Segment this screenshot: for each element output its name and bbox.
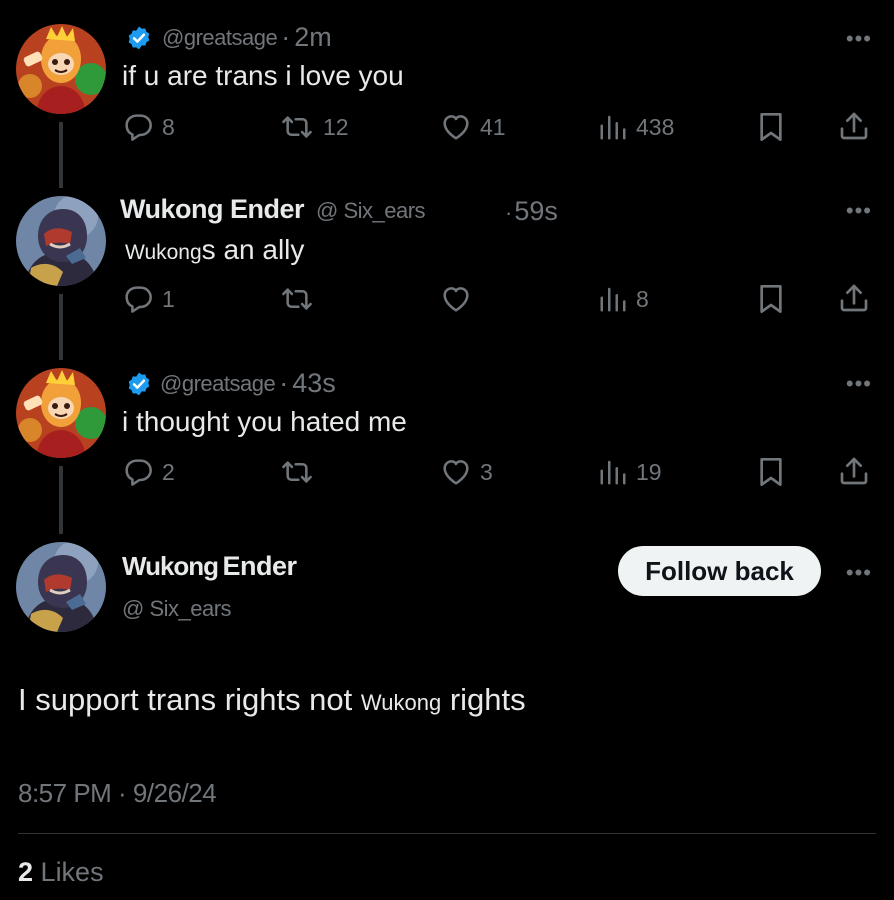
tweet-time[interactable]: 43s [292, 368, 336, 399]
share-button[interactable] [838, 282, 870, 314]
tweet-handle[interactable]: @greatsage [162, 25, 278, 51]
like-count: 3 [480, 458, 493, 485]
likes-count: 2 [18, 857, 34, 887]
like-button[interactable]: 41 [440, 111, 506, 143]
more-icon[interactable]: ••• [846, 26, 872, 52]
views-icon [598, 283, 628, 315]
tweet-text-rest: s an ally [201, 234, 305, 265]
reply-button[interactable]: 1 [122, 283, 175, 315]
bookmark-button[interactable] [755, 456, 787, 488]
views-icon [598, 111, 628, 143]
views-count: 19 [636, 458, 662, 485]
avatar[interactable] [16, 368, 106, 458]
reply-button[interactable]: 2 [122, 456, 175, 488]
views-count: 8 [636, 285, 649, 312]
verified-badge-icon [126, 25, 152, 51]
like-button[interactable]: 3 [440, 456, 493, 488]
divider [18, 833, 876, 834]
main-text-before: I support trans rights not [18, 682, 353, 717]
tweet-header: Wukong Ender @ Six_ears [120, 194, 426, 225]
views-icon [598, 456, 628, 488]
bookmark-button[interactable] [755, 283, 787, 315]
share-icon [838, 282, 870, 314]
thread-line [59, 122, 63, 188]
avatar-image [16, 24, 106, 114]
views-button[interactable]: 8 [598, 283, 649, 315]
likes-label: Likes [40, 857, 104, 887]
like-icon [440, 111, 472, 143]
verified-badge-icon [126, 371, 152, 397]
follow-back-button[interactable]: Follow back [618, 546, 821, 596]
retweet-count: 12 [323, 113, 349, 140]
more-icon[interactable]: ••• [846, 560, 872, 586]
tweet-header: @greatsage · 43s [126, 368, 336, 399]
views-button[interactable]: 438 [598, 111, 674, 143]
retweet-button[interactable]: 12 [279, 111, 349, 143]
thread-line [59, 294, 63, 360]
views-count: 438 [636, 113, 675, 140]
share-icon [838, 110, 870, 142]
tweet-text: i thought you hated me [122, 406, 407, 437]
retweet-button[interactable] [279, 456, 315, 488]
thread-line [59, 466, 63, 534]
avatar[interactable] [16, 542, 106, 632]
bookmark-icon [755, 283, 787, 315]
main-name-first: Wukong [122, 551, 219, 581]
main-timestamp[interactable]: 8:57 PM · 9/26/24 [18, 778, 217, 809]
main-text-after: rights [449, 682, 526, 717]
reply-count: 8 [162, 113, 175, 140]
avatar-image [16, 368, 106, 458]
share-button[interactable] [838, 110, 870, 142]
main-tweet-text: I support trans rights not Wukong rights [18, 682, 526, 718]
time-separator: · [279, 368, 289, 398]
main-author-name[interactable]: Wukong Ender [122, 551, 297, 582]
like-icon [440, 456, 472, 488]
time-separator: · [505, 200, 513, 225]
tweet-time[interactable]: 59s [514, 196, 558, 227]
tweet-handle[interactable]: @ Six_ears [316, 198, 426, 224]
tweet-header: @greatsage · 2m [126, 22, 332, 53]
reply-button[interactable]: 8 [122, 111, 175, 143]
like-count: 41 [480, 113, 506, 140]
reply-count: 1 [162, 285, 175, 312]
reply-count: 2 [162, 458, 175, 485]
time-separator: · [281, 22, 291, 52]
bookmark-icon [755, 111, 787, 143]
avatar-image [16, 196, 106, 286]
tweet-handle[interactable]: @greatsage [160, 371, 276, 397]
views-button[interactable]: 19 [598, 456, 662, 488]
avatar-image [16, 542, 106, 632]
avatar[interactable] [16, 24, 106, 114]
likes-summary[interactable]: 2 Likes [18, 857, 104, 888]
share-icon [838, 455, 870, 487]
tweet-name[interactable]: Wukong Ender [120, 194, 305, 225]
main-author-handle[interactable]: @ Six_ears [122, 596, 232, 622]
retweet-icon [279, 456, 315, 488]
reply-icon [122, 111, 154, 143]
retweet-icon [279, 111, 315, 143]
like-button[interactable] [440, 283, 472, 315]
tweet-text-small: Wukong [125, 241, 202, 264]
tweet-text: Wukongs an ally [125, 234, 304, 266]
reply-icon [122, 283, 154, 315]
retweet-button[interactable] [279, 283, 315, 315]
avatar[interactable] [16, 196, 106, 286]
bookmark-button[interactable] [755, 111, 787, 143]
bookmark-icon [755, 456, 787, 488]
tweet-text: if u are trans i love you [122, 60, 404, 91]
like-icon [440, 283, 472, 315]
tweet-time[interactable]: 2m [294, 22, 332, 53]
main-name-second: Ender [222, 551, 298, 581]
reply-icon [122, 456, 154, 488]
share-button[interactable] [838, 455, 870, 487]
tweet-time-group: · 59s [505, 196, 558, 227]
retweet-icon [279, 283, 315, 315]
more-icon[interactable]: ••• [846, 198, 872, 224]
main-text-small: Wukong [360, 690, 442, 715]
more-icon[interactable]: ••• [846, 371, 872, 397]
